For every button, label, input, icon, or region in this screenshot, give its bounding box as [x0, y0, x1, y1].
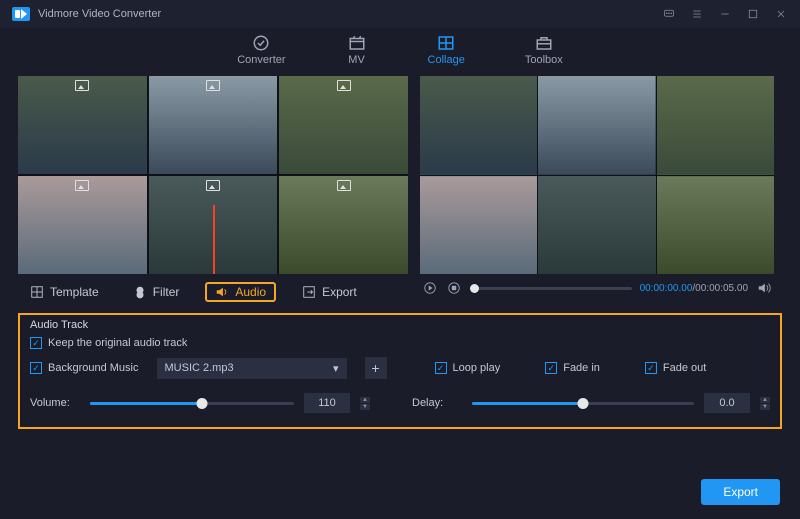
- collage-cell[interactable]: [279, 176, 408, 274]
- preview-cell: [538, 76, 655, 175]
- seek-slider[interactable]: [470, 287, 632, 290]
- volume-label: Volume:: [30, 397, 80, 409]
- app-title: Vidmore Video Converter: [38, 8, 161, 20]
- subnav-template[interactable]: Template: [22, 282, 107, 302]
- panel-title: Audio Track: [30, 319, 770, 331]
- checkbox-icon: ✓: [30, 362, 42, 374]
- play-button[interactable]: [422, 280, 438, 296]
- mv-icon: [346, 34, 368, 52]
- chevron-down-icon: ▾: [333, 362, 339, 375]
- collage-grid[interactable]: [18, 76, 408, 274]
- collage-icon: [435, 34, 457, 52]
- fade-in-checkbox[interactable]: ✓ Fade in: [545, 362, 600, 374]
- keep-original-checkbox[interactable]: ✓ Keep the original audio track: [30, 337, 770, 349]
- checkbox-icon: ✓: [435, 362, 447, 374]
- image-icon: [337, 80, 351, 91]
- collage-cell[interactable]: [279, 76, 408, 174]
- subnav-filter[interactable]: Filter: [125, 282, 188, 302]
- preview-cell: [538, 176, 655, 275]
- delay-value[interactable]: 0.0: [704, 393, 750, 413]
- stop-button[interactable]: [446, 280, 462, 296]
- minimize-button[interactable]: [718, 7, 732, 21]
- toolbox-icon: [533, 34, 555, 52]
- collage-cell[interactable]: [149, 176, 278, 274]
- image-icon: [337, 180, 351, 191]
- collage-cell[interactable]: [18, 76, 147, 174]
- preview-cell: [657, 176, 774, 275]
- tab-converter[interactable]: Converter: [237, 34, 285, 66]
- delay-slider[interactable]: [472, 402, 694, 405]
- audio-icon: [215, 285, 229, 299]
- collage-cell[interactable]: [18, 176, 147, 274]
- mute-button[interactable]: [756, 280, 772, 296]
- delay-stepper[interactable]: ▲▼: [760, 397, 770, 410]
- time-display: 00:00:00.00/00:00:05.00: [640, 283, 748, 294]
- background-music-checkbox[interactable]: ✓ Background Music: [30, 362, 139, 374]
- preview-cell: [420, 76, 537, 175]
- preview-cell: [657, 76, 774, 175]
- maximize-button[interactable]: [746, 7, 760, 21]
- tab-toolbox[interactable]: Toolbox: [525, 34, 563, 66]
- menu-icon[interactable]: [690, 7, 704, 21]
- checkbox-icon: ✓: [645, 362, 657, 374]
- background-music-select[interactable]: MUSIC 2.mp3 ▾: [157, 358, 347, 379]
- loop-play-checkbox[interactable]: ✓ Loop play: [435, 362, 501, 374]
- export-icon: [302, 285, 316, 299]
- delay-label: Delay:: [412, 397, 462, 409]
- image-icon: [206, 80, 220, 91]
- feedback-icon[interactable]: [662, 7, 676, 21]
- fade-out-checkbox[interactable]: ✓ Fade out: [645, 362, 706, 374]
- volume-stepper[interactable]: ▲▼: [360, 397, 370, 410]
- collage-cell[interactable]: [149, 76, 278, 174]
- converter-icon: [250, 34, 272, 52]
- image-icon: [75, 180, 89, 191]
- checkbox-icon: ✓: [545, 362, 557, 374]
- tab-collage[interactable]: Collage: [428, 34, 465, 66]
- audio-track-panel: Audio Track ✓ Keep the original audio tr…: [18, 313, 782, 429]
- export-button[interactable]: Export: [701, 479, 780, 505]
- preview-pane: 00:00:00.00/00:00:05.00: [420, 76, 774, 311]
- subnav-audio[interactable]: Audio: [205, 282, 276, 302]
- close-button[interactable]: [774, 7, 788, 21]
- volume-slider[interactable]: [90, 402, 294, 405]
- add-music-button[interactable]: +: [365, 357, 387, 379]
- template-icon: [30, 285, 44, 299]
- playback-bar: 00:00:00.00/00:00:05.00: [420, 274, 774, 302]
- collage-subnav: Template Filter Audio Export: [18, 274, 408, 311]
- volume-value[interactable]: 110: [304, 393, 350, 413]
- preview-canvas: [420, 76, 774, 274]
- collage-editor: Template Filter Audio Export: [18, 76, 408, 311]
- checkbox-icon: ✓: [30, 337, 42, 349]
- main-tabs: Converter MV Collage Toolbox: [0, 28, 800, 76]
- image-icon: [75, 80, 89, 91]
- app-logo-icon: [12, 7, 30, 21]
- preview-cell: [420, 176, 537, 275]
- subnav-export[interactable]: Export: [294, 282, 365, 302]
- image-icon: [206, 180, 220, 191]
- filter-icon: [133, 285, 147, 299]
- tab-mv[interactable]: MV: [346, 34, 368, 66]
- titlebar: Vidmore Video Converter: [0, 0, 800, 28]
